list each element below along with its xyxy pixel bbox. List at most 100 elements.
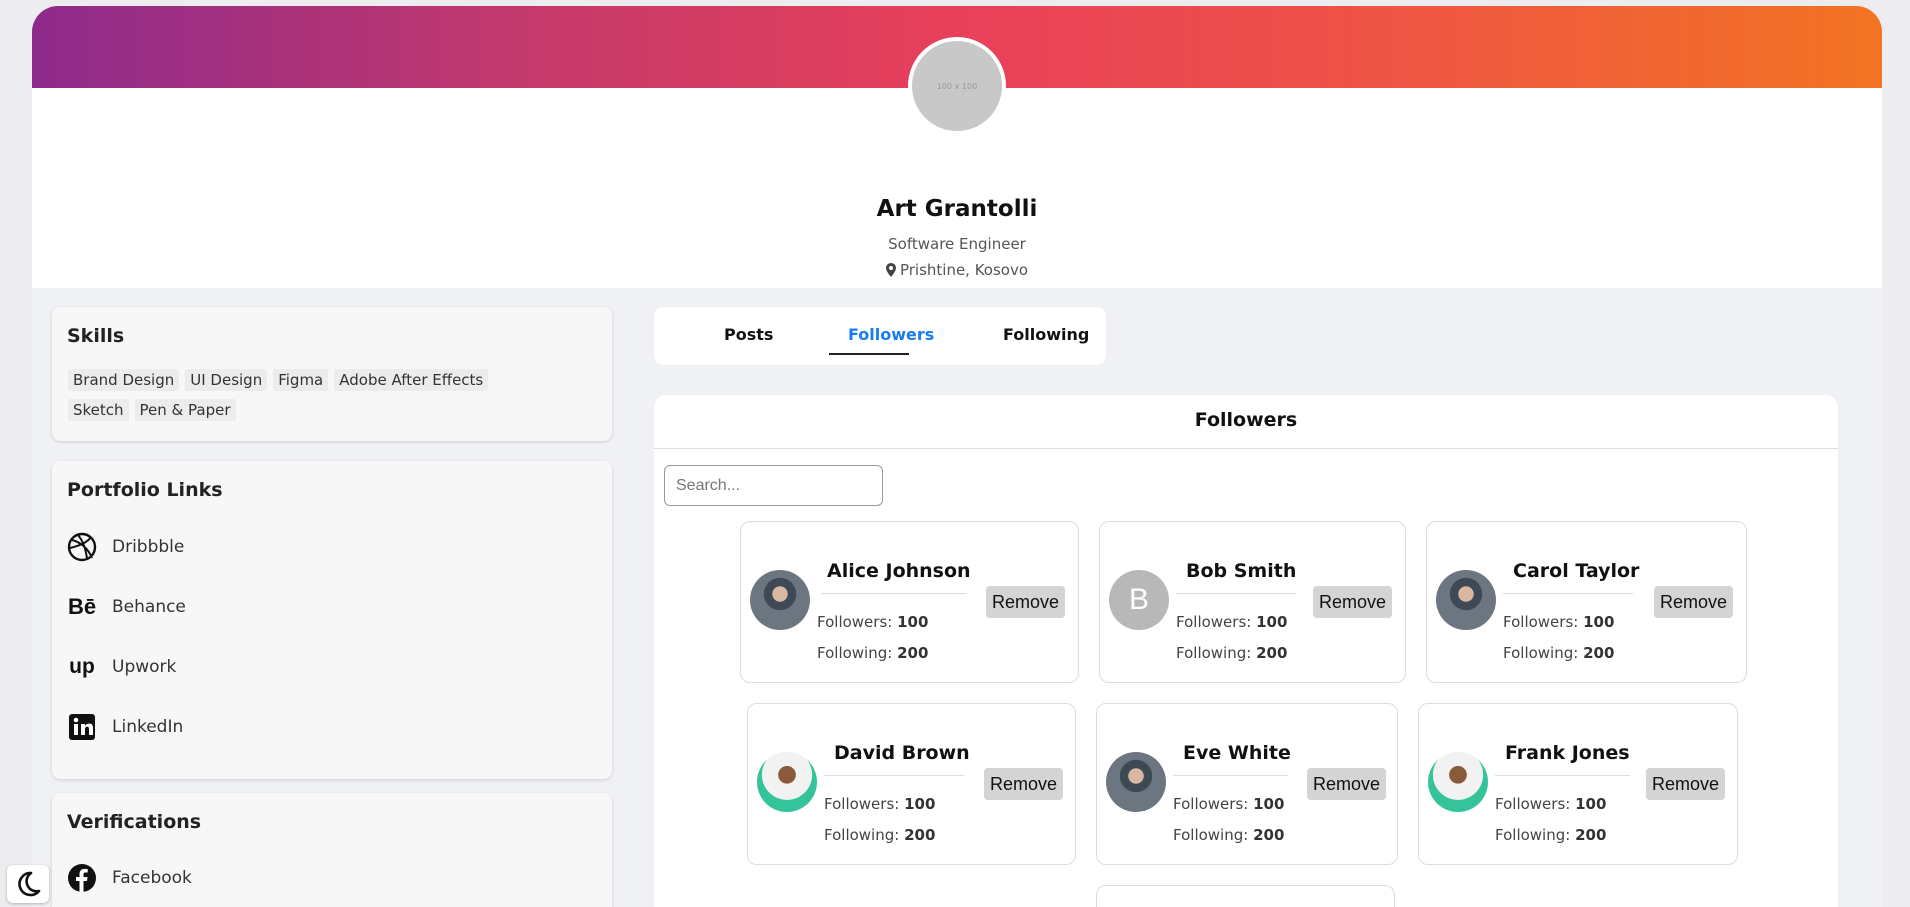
followers-value: 100 <box>897 613 929 631</box>
upwork-icon: up <box>69 655 95 678</box>
follower-card <box>1096 885 1395 907</box>
portfolio-link-label: LinkedIn <box>112 717 184 737</box>
tab-followers[interactable]: Followers <box>848 325 934 344</box>
divider <box>654 448 1838 449</box>
following-value: 200 <box>1583 644 1615 662</box>
portfolio-link-upwork[interactable]: up Upwork <box>67 652 176 682</box>
skill-tag: UI Design <box>185 369 268 391</box>
avatar: B <box>1109 570 1169 630</box>
followers-label: Followers: <box>817 613 893 631</box>
remove-follower-button[interactable]: Remove <box>986 586 1066 618</box>
divider <box>824 775 964 776</box>
skill-tag: Sketch <box>68 399 129 421</box>
followers-value: 100 <box>1253 795 1285 813</box>
portfolio-link-dribbble[interactable]: Dribbble <box>67 532 184 562</box>
verifications-panel: Verifications Facebook <box>52 793 612 907</box>
following-label: Following: <box>1173 826 1249 844</box>
following-count: Following: 200 <box>1495 826 1606 844</box>
profile-title: Software Engineer <box>888 235 1026 253</box>
follower-count: Followers: 100 <box>817 613 928 631</box>
divider <box>1173 775 1288 776</box>
follower-count: Followers: 100 <box>1176 613 1287 631</box>
theme-toggle-button[interactable] <box>7 865 49 903</box>
following-count: Following: 200 <box>1503 644 1614 662</box>
avatar <box>750 570 810 630</box>
followers-search-input[interactable] <box>664 465 883 506</box>
follower-count: Followers: 100 <box>1495 795 1606 813</box>
avatar <box>1436 570 1496 630</box>
followers-value: 100 <box>1583 613 1615 631</box>
remove-follower-button[interactable]: Remove <box>1654 586 1734 618</box>
following-label: Following: <box>817 644 893 662</box>
following-value: 200 <box>904 826 936 844</box>
divider <box>821 593 966 594</box>
skills-panel: Skills Brand Design UI Design Figma Adob… <box>52 307 612 441</box>
avatar <box>1106 752 1166 812</box>
skill-tag: Pen & Paper <box>134 399 236 421</box>
follower-name: Eve White <box>1183 742 1291 764</box>
skills-tag-list: Brand Design UI Design Figma Adobe After… <box>68 369 518 421</box>
profile-avatar: 100 x 100 <box>908 37 1006 135</box>
follower-card: Eve White Followers: 100 Following: 200 … <box>1096 703 1398 865</box>
portfolio-heading: Portfolio Links <box>67 479 223 501</box>
follower-card: Frank Jones Followers: 100 Following: 20… <box>1418 703 1738 865</box>
followers-value: 100 <box>1256 613 1288 631</box>
follower-name: Frank Jones <box>1505 742 1630 764</box>
facebook-icon <box>67 863 97 893</box>
following-count: Following: 200 <box>817 644 928 662</box>
follower-card: Alice Johnson Followers: 100 Following: … <box>740 521 1079 683</box>
location-text: Prishtine, Kosovo <box>899 261 1029 279</box>
following-value: 200 <box>1253 826 1285 844</box>
profile-page: 100 x 100 Art Grantolli Software Enginee… <box>32 6 1882 907</box>
location-pin-icon <box>885 263 896 277</box>
profile-tabs: Posts Followers Following <box>654 307 1106 365</box>
skill-tag: Figma <box>273 369 329 391</box>
follower-card: Carol Taylor Followers: 100 Following: 2… <box>1426 521 1747 683</box>
remove-follower-button[interactable]: Remove <box>984 768 1064 800</box>
following-label: Following: <box>1176 644 1252 662</box>
follower-count: Followers: 100 <box>1173 795 1284 813</box>
following-label: Following: <box>824 826 900 844</box>
portfolio-link-linkedin[interactable]: LinkedIn <box>67 712 183 742</box>
remove-follower-button[interactable]: Remove <box>1307 768 1387 800</box>
followers-label: Followers: <box>1495 795 1571 813</box>
avatar <box>1428 752 1488 812</box>
followers-value: 100 <box>1575 795 1607 813</box>
divider <box>1176 593 1296 594</box>
followers-label: Followers: <box>1173 795 1249 813</box>
follower-name: Carol Taylor <box>1513 560 1640 582</box>
following-value: 200 <box>1575 826 1607 844</box>
following-count: Following: 200 <box>1173 826 1284 844</box>
following-value: 200 <box>897 644 929 662</box>
portfolio-link-label: Behance <box>112 597 186 617</box>
follower-count: Followers: 100 <box>1503 613 1614 631</box>
behance-icon: Bē <box>67 594 97 619</box>
skills-heading: Skills <box>67 325 125 347</box>
following-label: Following: <box>1503 644 1579 662</box>
divider <box>1503 593 1633 594</box>
following-count: Following: 200 <box>1176 644 1287 662</box>
avatar-placeholder-text: 100 x 100 <box>936 81 978 91</box>
portfolio-link-behance[interactable]: Bē Behance <box>67 592 186 622</box>
linkedin-icon <box>67 712 97 742</box>
tab-following[interactable]: Following <box>1003 325 1089 344</box>
remove-follower-button[interactable]: Remove <box>1313 586 1393 618</box>
portfolio-link-label: Dribbble <box>112 537 185 557</box>
follower-name: David Brown <box>834 742 970 764</box>
following-value: 200 <box>1256 644 1288 662</box>
follower-name: Alice Johnson <box>827 560 971 582</box>
following-count: Following: 200 <box>824 826 935 844</box>
moon-icon <box>18 871 41 897</box>
remove-follower-button[interactable]: Remove <box>1646 768 1726 800</box>
followers-value: 100 <box>904 795 936 813</box>
skill-tag: Adobe After Effects <box>334 369 489 391</box>
skill-tag: Brand Design <box>68 369 180 391</box>
divider <box>1495 775 1630 776</box>
tab-posts[interactable]: Posts <box>724 325 773 344</box>
follower-card: David Brown Followers: 100 Following: 20… <box>747 703 1076 865</box>
verification-link-label: Facebook <box>112 868 192 888</box>
following-label: Following: <box>1495 826 1571 844</box>
verification-link-facebook[interactable]: Facebook <box>67 863 192 893</box>
follower-name: Bob Smith <box>1186 560 1297 582</box>
follower-card: B Bob Smith Followers: 100 Following: 20… <box>1099 521 1406 683</box>
